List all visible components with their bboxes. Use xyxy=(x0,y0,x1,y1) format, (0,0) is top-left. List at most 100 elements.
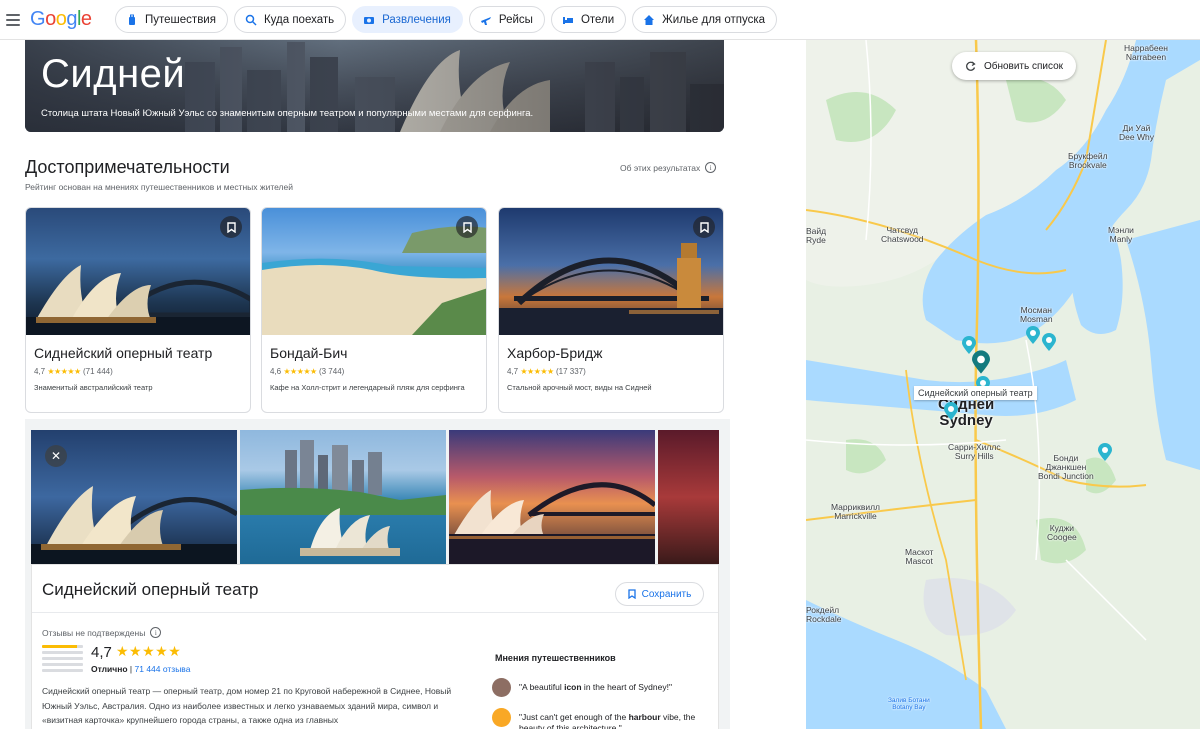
map-pin-icon[interactable] xyxy=(944,402,958,420)
map-label: Мэнли Manly xyxy=(1108,225,1134,244)
refresh-icon xyxy=(966,60,976,71)
gallery-photo[interactable] xyxy=(658,430,719,564)
chip-travel[interactable]: Путешествия xyxy=(115,6,228,33)
gallery-photo[interactable] xyxy=(240,430,446,564)
map-label: Брукфейл Brookvale xyxy=(1068,151,1108,170)
bookmark-icon xyxy=(699,221,709,233)
chip-hotels[interactable]: Отели xyxy=(550,6,627,33)
map-pin-icon[interactable] xyxy=(1042,333,1056,351)
map-pin-icon[interactable] xyxy=(1026,326,1040,344)
section-subtitle: Рейтинг основан на мнениях путешественни… xyxy=(25,182,293,192)
attraction-title: Сиднейский оперный театр xyxy=(42,580,259,599)
card-image xyxy=(26,208,250,335)
star-rating-icons: ★★★★★ xyxy=(520,367,554,376)
map-canvas[interactable] xyxy=(806,40,1200,729)
map-pin-icon[interactable] xyxy=(1098,443,1112,461)
info-icon[interactable]: i xyxy=(150,627,162,638)
attraction-card-bondi-beach[interactable]: Бондай-Бич 4,6 ★★★★★ (3 744) Кафе на Хол… xyxy=(261,207,487,413)
map-label: Ди Уай Dee Why xyxy=(1119,123,1154,142)
card-title: Сиднейский оперный театр xyxy=(34,345,213,361)
map-label: Куджи Coogee xyxy=(1047,523,1077,542)
chip-label: Куда поехать xyxy=(263,13,335,26)
map-label: Маскот Mascot xyxy=(905,547,934,566)
chip-label: Путешествия xyxy=(145,13,216,26)
chip-label: Развлечения xyxy=(382,13,451,26)
card-rating: 4,6 ★★★★★ (3 744) xyxy=(270,367,345,376)
attraction-description: Сиднейский оперный театр — оперный театр… xyxy=(42,686,452,725)
gallery-photo[interactable]: ✕ xyxy=(31,430,237,564)
map-pin-tooltip: Сиднейский оперный театр xyxy=(914,386,1037,400)
card-image xyxy=(499,208,723,335)
map-label: Марриквилл Marrickville xyxy=(831,502,881,521)
avatar xyxy=(492,678,511,697)
chip-flights[interactable]: Рейсы xyxy=(468,6,545,33)
top-bar: Google Путешествия Куда поехать Развлече… xyxy=(0,0,1200,40)
refresh-list-button[interactable]: Обновить список xyxy=(952,52,1076,80)
card-description: Знаменитый австралийский театр xyxy=(34,383,153,392)
explore-icon xyxy=(245,14,257,26)
rating-value: 4,7 xyxy=(91,644,112,661)
map-label: Вайд Ryde xyxy=(806,226,827,245)
bookmark-icon xyxy=(226,221,236,233)
close-icon[interactable]: ✕ xyxy=(45,445,67,467)
chip-label: Отели xyxy=(580,13,615,26)
card-title: Харбор-Бридж xyxy=(507,345,603,361)
menu-icon[interactable] xyxy=(6,13,20,26)
attraction-card-opera-house[interactable]: Сиднейский оперный театр 4,7 ★★★★★ (71 4… xyxy=(25,207,251,413)
card-title: Бондай-Бич xyxy=(270,345,348,361)
reviews-count-link[interactable]: 71 444 отзыва xyxy=(135,664,191,674)
traveler-opinion: "Just can't get enough of the harbour vi… xyxy=(492,708,709,729)
info-icon: i xyxy=(705,162,717,173)
house-icon xyxy=(644,14,655,25)
card-description: Стальной арочный мост, виды на Сидней xyxy=(507,383,652,392)
avatar xyxy=(492,708,511,727)
map-label: Рокдейл Rockdale xyxy=(806,605,842,624)
rating-summary: Отлично | 71 444 отзыва xyxy=(91,664,191,674)
attraction-detail: ✕ Сиднейский оперный театр Сохранить Отз… xyxy=(25,419,730,729)
card-image xyxy=(262,208,486,335)
flight-icon xyxy=(480,16,491,25)
chip-explore[interactable]: Куда поехать xyxy=(233,6,347,33)
gallery-photo[interactable] xyxy=(449,430,655,564)
save-bookmark-button[interactable] xyxy=(220,216,242,238)
card-description: Кафе на Холл-стрит и легендарный пляж дл… xyxy=(270,383,465,392)
map-label: Бонди Джанкшен Bondi Junction xyxy=(1038,453,1094,481)
hotel-icon xyxy=(562,16,573,24)
hero-subtitle: Столица штата Новый Южный Уэльс со знаме… xyxy=(41,108,534,119)
card-rating: 4,7 ★★★★★ (71 444) xyxy=(34,367,113,376)
map-panel[interactable]: Обновить список Наррабеен Narrabeen Ди Уа… xyxy=(806,40,1200,729)
bookmark-icon xyxy=(462,221,472,233)
map-label: Сарри-Хиллс Surry Hills xyxy=(948,442,1001,461)
save-button[interactable]: Сохранить xyxy=(615,582,704,606)
attraction-card-harbour-bridge[interactable]: Харбор-Бридж 4,7 ★★★★★ (17 337) Стальной… xyxy=(498,207,724,413)
destination-hero: Сидней Столица штата Новый Южный Уэльс с… xyxy=(25,40,724,132)
about-results-label: Об этих результатах xyxy=(620,162,701,173)
map-pin-icon-selected[interactable] xyxy=(972,350,990,374)
about-results-link[interactable]: Об этих результатах i xyxy=(620,162,717,173)
photo-gallery[interactable]: ✕ xyxy=(31,430,719,564)
chip-things-to-do[interactable]: Развлечения xyxy=(352,6,463,33)
travel-nav-chips: Путешествия Куда поехать Развлечения Рей… xyxy=(115,6,778,33)
map-label: Чатсвуд Chatswood xyxy=(881,225,924,244)
traveler-opinions-title: Мнения путешественников xyxy=(495,653,616,663)
hero-title: Сидней xyxy=(41,52,186,96)
card-rating: 4,7 ★★★★★ (17 337) xyxy=(507,367,586,376)
star-rating-icons: ★★★★★ xyxy=(116,643,182,659)
camera-icon xyxy=(364,16,375,24)
attraction-info-panel: Сиднейский оперный театр Сохранить Отзыв… xyxy=(31,564,719,729)
google-logo[interactable]: Google xyxy=(30,8,92,31)
map-label: Наррабеен Narrabeen xyxy=(1124,43,1168,62)
divider xyxy=(32,612,718,613)
star-rating-icons: ★★★★★ xyxy=(47,367,81,376)
luggage-icon xyxy=(129,14,135,25)
chip-vacation-rentals[interactable]: Жилье для отпуска xyxy=(632,6,778,33)
section-title: Достопримечательности xyxy=(25,157,230,177)
rating-distribution-bars xyxy=(42,645,83,675)
results-pane: Сидней Столица штата Новый Южный Уэльс с… xyxy=(0,40,806,729)
save-bookmark-button[interactable] xyxy=(456,216,478,238)
reviews-unverified-note: Отзывы не подтверждены i xyxy=(42,627,162,638)
save-bookmark-button[interactable] xyxy=(693,216,715,238)
chip-label: Жилье для отпуска xyxy=(662,13,766,26)
chip-label: Рейсы xyxy=(498,13,533,26)
refresh-list-label: Обновить список xyxy=(983,60,1064,72)
